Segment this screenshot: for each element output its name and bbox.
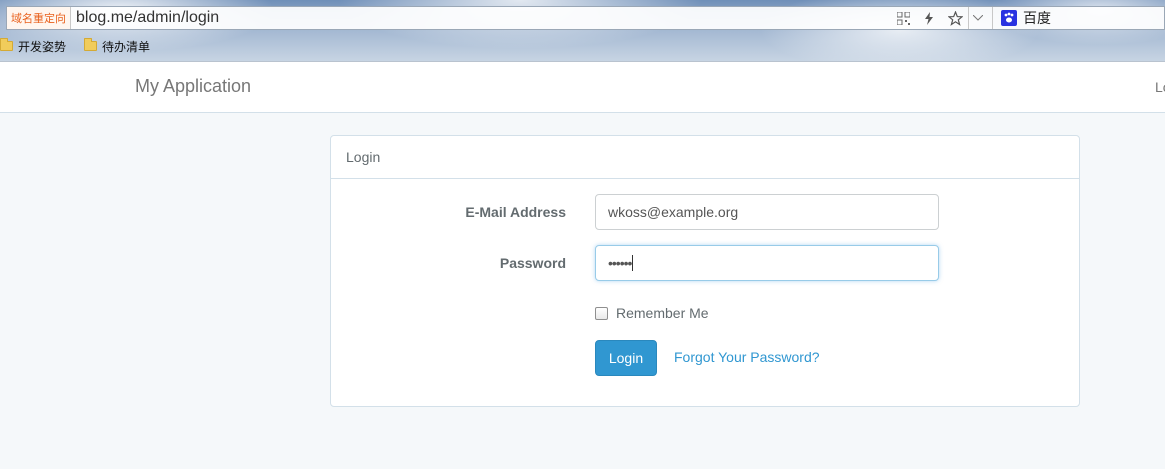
login-panel: Login E-Mail Address wkoss@example.org P… (330, 135, 1080, 407)
address-bar-icons (890, 7, 986, 29)
search-engine-box[interactable]: 百度 (992, 7, 1164, 29)
app-brand[interactable]: My Application (135, 76, 251, 97)
forgot-password-link[interactable]: Forgot Your Password? (674, 349, 820, 365)
bookmark-item[interactable]: 待办清单 (84, 38, 150, 55)
password-value: •••••• (608, 255, 632, 271)
email-label: E-Mail Address (465, 204, 566, 220)
email-field[interactable]: wkoss@example.org (595, 194, 939, 230)
browser-chrome: 域名重定向 blog.me/admin/login 百度 开发姿势 待办清单 (0, 0, 1165, 62)
address-bar[interactable]: 域名重定向 blog.me/admin/login 百度 (6, 6, 1165, 30)
text-caret (632, 255, 634, 271)
folder-icon (0, 38, 13, 51)
password-label: Password (499, 255, 566, 271)
url-text[interactable]: blog.me/admin/login (71, 9, 890, 27)
chevron-down-icon[interactable] (968, 7, 986, 29)
bookmark-label: 开发姿势 (18, 39, 67, 54)
remember-me-checkbox[interactable] (595, 306, 608, 320)
baidu-paw-icon (1001, 10, 1017, 26)
password-field[interactable]: •••••• (595, 245, 939, 281)
nav-login-link[interactable]: Login (1155, 79, 1165, 95)
redirect-badge: 域名重定向 (7, 7, 71, 29)
star-icon[interactable] (942, 7, 968, 29)
lightning-icon[interactable] (916, 7, 942, 29)
remember-me-label[interactable]: Remember Me (616, 305, 709, 321)
bookmark-item[interactable]: 开发姿势 (0, 38, 66, 55)
qr-code-icon[interactable] (890, 7, 916, 29)
remember-me-row[interactable]: Remember Me (595, 305, 709, 321)
app-navbar: My Application Login (0, 62, 1165, 113)
bookmarks-bar: 开发姿势 待办清单 (0, 36, 150, 56)
login-button[interactable]: Login (595, 340, 657, 376)
bookmark-label: 待办清单 (102, 39, 151, 54)
panel-heading: Login (331, 136, 1079, 179)
search-engine-label: 百度 (1023, 11, 1051, 27)
email-value: wkoss@example.org (608, 204, 739, 220)
folder-icon (84, 38, 98, 51)
